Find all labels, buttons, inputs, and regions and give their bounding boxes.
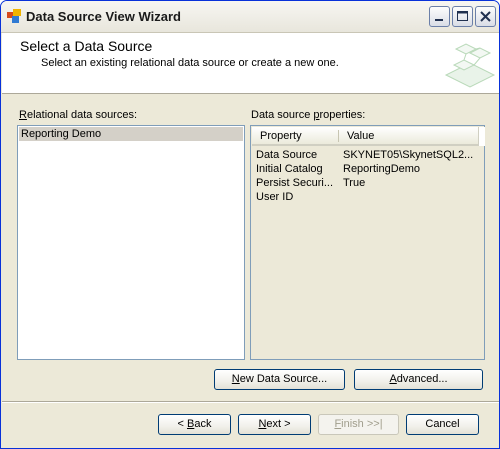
property-row: Persist Securi... True (256, 176, 478, 190)
close-icon (480, 11, 491, 22)
property-name: Data Source (256, 149, 318, 161)
list-item[interactable]: Reporting Demo (19, 127, 243, 141)
properties-scrollbar[interactable] (478, 127, 485, 146)
property-value: True (343, 177, 366, 189)
property-row: User ID (256, 190, 478, 204)
button-area-separator (2, 401, 499, 403)
relational-sources-label: Relational data sources: (19, 109, 138, 121)
wizard-header: Select a Data Source Select an existing … (2, 33, 499, 94)
minimize-icon (435, 19, 443, 21)
advanced-button[interactable]: Advanced... (354, 369, 483, 390)
properties-header: Property Value (252, 127, 478, 146)
page-subtitle: Select an existing relational data sourc… (41, 57, 339, 69)
properties-label: Data source properties: (251, 109, 366, 121)
property-row: Data Source SKYNET05\SkynetSQL2... (256, 148, 478, 162)
window-title: Data Source View Wizard (26, 9, 181, 24)
wizard-app-icon (7, 9, 21, 23)
minimize-button[interactable] (429, 6, 450, 27)
new-data-source-button[interactable]: New Data Source... (214, 369, 345, 390)
title-bar[interactable]: Data Source View Wizard (1, 1, 499, 33)
next-button[interactable]: Next > (238, 414, 311, 435)
column-header-property[interactable]: Property (260, 130, 302, 142)
property-name: Persist Securi... (256, 177, 334, 189)
property-value: SKYNET05\SkynetSQL2... (343, 149, 474, 161)
relational-sources-list[interactable]: Reporting Demo (17, 125, 245, 360)
close-button[interactable] (475, 6, 496, 27)
maximize-icon (457, 11, 468, 21)
page-title: Select a Data Source (20, 38, 153, 54)
property-name: User ID (256, 191, 294, 203)
properties-grid[interactable]: Property Value Data Source SKYNET05\Skyn… (250, 125, 485, 360)
maximize-button[interactable] (452, 6, 473, 27)
column-separator[interactable] (338, 130, 339, 142)
column-header-value[interactable]: Value (347, 130, 374, 142)
finish-button[interactable]: Finish >>| (318, 414, 399, 435)
header-graphic-icon (444, 43, 496, 88)
property-name: Initial Catalog (256, 163, 323, 175)
property-value: ReportingDemo (343, 163, 421, 175)
back-button[interactable]: < Back (158, 414, 231, 435)
cancel-button[interactable]: Cancel (406, 414, 479, 435)
wizard-window: Data Source View Wizard Select a Data So… (0, 0, 500, 449)
property-row: Initial Catalog ReportingDemo (256, 162, 478, 176)
